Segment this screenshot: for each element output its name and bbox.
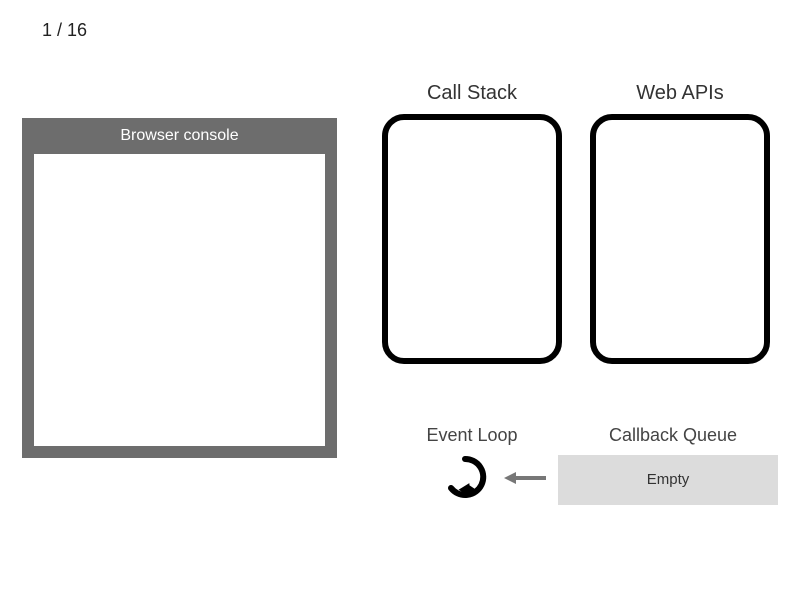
- browser-console-body: [34, 154, 325, 446]
- event-loop-label: Event Loop: [382, 425, 562, 446]
- web-apis-box: [590, 114, 770, 364]
- call-stack-label: Call Stack: [382, 82, 562, 105]
- call-stack-box: [382, 114, 562, 364]
- event-loop-icon: [443, 455, 487, 499]
- callback-queue-label: Callback Queue: [568, 425, 778, 446]
- callback-queue-status: Empty: [647, 471, 690, 488]
- page-counter: 1 / 16: [42, 20, 87, 41]
- browser-console-panel: Browser console: [22, 118, 337, 458]
- callback-queue-box: Empty: [558, 455, 778, 505]
- web-apis-label: Web APIs: [590, 82, 770, 105]
- arrow-left-icon: [504, 468, 546, 488]
- browser-console-title: Browser console: [34, 118, 325, 154]
